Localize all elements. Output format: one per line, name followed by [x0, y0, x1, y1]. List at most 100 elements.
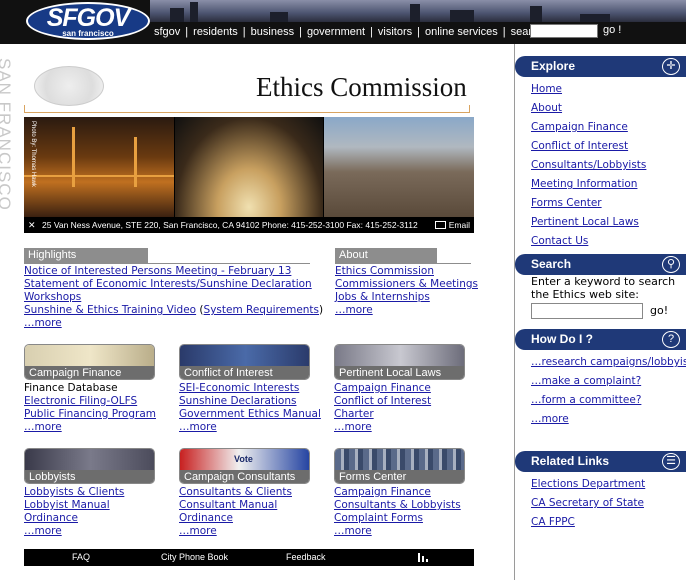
tile-lobbyists[interactable]: Lobbyists: [24, 448, 155, 484]
top-search-input[interactable]: [530, 24, 598, 38]
footer-faq-link[interactable]: FAQ: [72, 552, 90, 562]
question-icon: ?: [662, 331, 680, 348]
address-bar: ✕ 25 Van Ness Avenue, STE 220, San Franc…: [24, 217, 474, 233]
how-do-i-heading: How Do I ? ?: [515, 329, 686, 350]
explore-link-consultants[interactable]: Consultants/Lobbyists: [531, 159, 646, 171]
cc-more-link[interactable]: …more: [179, 525, 217, 537]
cf-link-public-financing[interactable]: Public Financing Program: [24, 408, 156, 420]
explore-heading: Explore ✛: [515, 56, 686, 77]
highlights-more-link[interactable]: …more: [24, 317, 62, 329]
books-image: [335, 449, 464, 471]
lob-link-clients[interactable]: Lobbyists & Clients: [24, 486, 124, 498]
coi-link-sei[interactable]: SEI-Economic Interests: [179, 382, 299, 394]
tile-conflict-of-interest[interactable]: Conflict of Interest: [179, 344, 310, 380]
about-link-jobs[interactable]: Jobs & Internships: [335, 291, 430, 303]
lob-link-manual[interactable]: Lobbyist Manual: [24, 499, 110, 511]
footer-feedback-link[interactable]: Feedback: [286, 552, 326, 562]
tile-campaign-consultants[interactable]: Vote Campaign Consultants: [179, 448, 310, 484]
about-link-ethics-commission[interactable]: Ethics Commission: [335, 265, 434, 277]
right-column-divider: [514, 44, 515, 580]
about-more-link[interactable]: …more: [335, 304, 373, 316]
explore-link-conflict[interactable]: Conflict of Interest: [531, 140, 628, 152]
nav-residents[interactable]: residents: [193, 26, 238, 38]
explore-link-home[interactable]: Home: [531, 83, 562, 95]
forms-link-campaign-finance[interactable]: Campaign Finance: [334, 486, 431, 498]
explore-link-campaign-finance[interactable]: Campaign Finance: [531, 121, 628, 133]
tile-label: Forms Center: [335, 470, 464, 483]
local-laws-list: Campaign Finance Conflict of Interest Ch…: [334, 382, 431, 434]
tile-pertinent-local-laws[interactable]: Pertinent Local Laws: [334, 344, 465, 380]
top-search-go-button[interactable]: go !: [603, 24, 621, 36]
highlight-link-training-video[interactable]: Sunshine & Ethics Training Video: [24, 304, 196, 316]
sfgov-logo[interactable]: SFGOV san francisco: [26, 2, 150, 42]
coi-link-sunshine[interactable]: Sunshine Declarations: [179, 395, 296, 407]
highlight-link-system-requirements[interactable]: System Requirements: [204, 304, 320, 316]
envelope-icon: [434, 221, 446, 229]
tile-campaign-finance[interactable]: Campaign Finance: [24, 344, 155, 380]
cc-link-ordinance[interactable]: Ordinance: [179, 512, 233, 524]
vertical-city-label: SAN FRANCISCO: [0, 58, 20, 278]
related-link-secretary-of-state[interactable]: CA Secretary of State: [531, 497, 644, 509]
email-link[interactable]: Email: [434, 217, 470, 233]
about-link-commissioners[interactable]: Commissioners & Meetings: [335, 278, 478, 290]
how-do-i-links: …research campaigns/lobbyists? …make a c…: [531, 356, 686, 432]
cc-link-clients[interactable]: Consultants & Clients: [179, 486, 292, 498]
nav-government[interactable]: government: [307, 26, 365, 38]
forms-more-link[interactable]: …more: [334, 525, 372, 537]
logo-subtext: san francisco: [62, 29, 114, 38]
laws-link-charter[interactable]: Charter: [334, 408, 374, 420]
about-rule: [335, 263, 471, 264]
explore-link-meetings[interactable]: Meeting Information: [531, 178, 637, 190]
cc-link-manual[interactable]: Consultant Manual: [179, 499, 277, 511]
campaign-finance-image: [25, 345, 154, 367]
tile-label: Campaign Consultants: [180, 470, 309, 483]
site-search-input[interactable]: [531, 303, 643, 319]
street-view-photo: [324, 117, 474, 217]
coi-link-ethics-manual[interactable]: Government Ethics Manual: [179, 408, 321, 420]
city-seal-image: [34, 66, 104, 106]
address-text: 25 Van Ness Avenue, STE 220, San Francis…: [42, 220, 418, 230]
laws-link-conflict[interactable]: Conflict of Interest: [334, 395, 431, 407]
nav-visitors[interactable]: visitors: [378, 26, 412, 38]
coi-more-link[interactable]: …more: [179, 421, 217, 433]
highlights-rule: [24, 263, 310, 264]
lobbyists-image: [25, 449, 154, 471]
highlight-link-sei-sunshine[interactable]: Statement of Economic Interests/Sunshine…: [24, 278, 312, 290]
highlight-link-workshops[interactable]: Workshops: [24, 291, 81, 303]
vote-buttons-image: Vote: [180, 449, 309, 471]
howdoi-link-complaint[interactable]: …make a complaint?: [531, 375, 641, 387]
nav-online-services[interactable]: online services: [425, 26, 498, 38]
compass-icon: ✛: [662, 58, 680, 75]
nav-sfgov[interactable]: sfgov: [154, 26, 180, 38]
site-search-go-button[interactable]: go!: [650, 304, 668, 317]
howdoi-link-committee[interactable]: …form a committee?: [531, 394, 641, 406]
related-link-fppc[interactable]: CA FPPC: [531, 516, 575, 528]
cf-more-link[interactable]: …more: [24, 421, 62, 433]
explore-link-forms[interactable]: Forms Center: [531, 197, 602, 209]
lob-more-link[interactable]: …more: [24, 525, 62, 537]
forms-list: Campaign Finance Consultants & Lobbyists…: [334, 486, 461, 538]
forms-link-consultants[interactable]: Consultants & Lobbyists: [334, 499, 461, 511]
tile-forms-center[interactable]: Forms Center: [334, 448, 465, 484]
about-list: Ethics Commission Commissioners & Meetin…: [335, 265, 478, 317]
highlights-heading: Highlights: [24, 248, 148, 263]
explore-link-about[interactable]: About: [531, 102, 562, 114]
skyline-banner: [150, 0, 686, 22]
howdoi-more-link[interactable]: …more: [531, 413, 569, 425]
about-heading: About: [335, 248, 437, 263]
forms-link-complaint[interactable]: Complaint Forms: [334, 512, 423, 524]
cf-link-olfs[interactable]: Electronic Filing-OLFS: [24, 395, 137, 407]
laws-more-link[interactable]: …more: [334, 421, 372, 433]
bar-chart-icon[interactable]: [418, 553, 428, 562]
highlight-link-meeting-notice[interactable]: Notice of Interested Persons Meeting - F…: [24, 265, 291, 277]
lob-link-ordinance[interactable]: Ordinance: [24, 512, 78, 524]
nav-business[interactable]: business: [251, 26, 294, 38]
footer-bar: FAQ City Phone Book Feedback: [24, 549, 474, 566]
related-link-elections[interactable]: Elections Department: [531, 478, 645, 490]
list-icon: ☰: [662, 453, 680, 470]
explore-link-contact[interactable]: Contact Us: [531, 235, 588, 247]
howdoi-link-research[interactable]: …research campaigns/lobbyists?: [531, 356, 686, 368]
explore-link-local-laws[interactable]: Pertinent Local Laws: [531, 216, 639, 228]
laws-link-campaign-finance[interactable]: Campaign Finance: [334, 382, 431, 394]
footer-phone-book-link[interactable]: City Phone Book: [161, 552, 228, 562]
